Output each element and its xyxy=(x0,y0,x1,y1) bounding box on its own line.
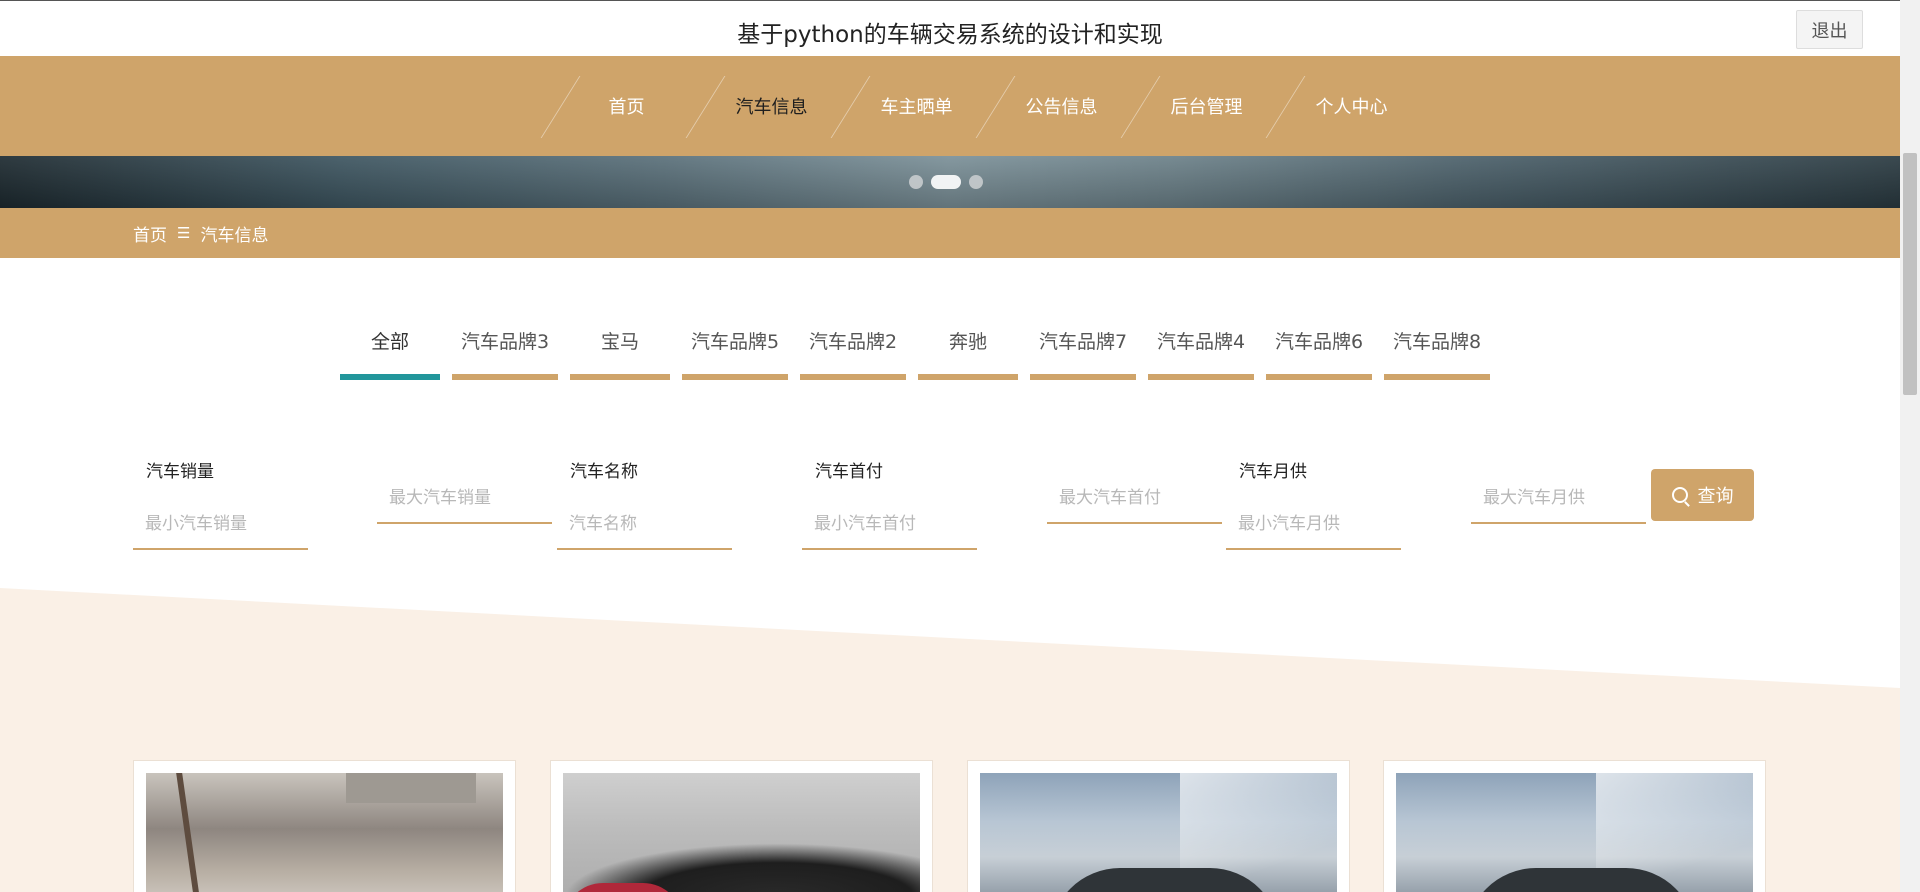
carousel-dot-3[interactable] xyxy=(969,175,983,189)
sales-label: 汽车销量 xyxy=(146,462,214,482)
vertical-scrollbar[interactable] xyxy=(1900,0,1920,892)
category-tab[interactable]: 汽车品牌7 xyxy=(1030,318,1136,380)
name-label: 汽车名称 xyxy=(570,462,638,482)
nav-item-owner-posts[interactable]: 车主晒单 xyxy=(844,56,989,156)
nav-item-home[interactable]: 首页 xyxy=(554,56,699,156)
carousel-dots xyxy=(909,175,983,189)
top-bar: 基于python的车辆交易系统的设计和实现 退出 xyxy=(0,0,1900,56)
search-button-label: 查询 xyxy=(1697,486,1734,507)
car-image[interactable] xyxy=(146,773,503,892)
car-image[interactable] xyxy=(980,773,1337,892)
breadcrumb-separator-icon: ☰ xyxy=(177,224,191,242)
search-icon xyxy=(1671,487,1688,503)
breadcrumb-home[interactable]: 首页 xyxy=(133,221,167,246)
main-nav: 首页 汽车信息 车主晒单 公告信息 后台管理 个人中心 xyxy=(0,56,1900,156)
category-tab-all[interactable]: 全部 xyxy=(340,318,440,380)
down-payment-min-input[interactable] xyxy=(802,500,977,550)
breadcrumb-bar: 首页 ☰ 汽车信息 xyxy=(0,208,1900,258)
car-image[interactable] xyxy=(563,773,920,892)
monthly-max-input[interactable] xyxy=(1471,474,1646,524)
category-tab[interactable]: 宝马 xyxy=(570,318,670,380)
name-input[interactable] xyxy=(557,500,732,550)
category-tab[interactable]: 汽车品牌2 xyxy=(800,318,906,380)
page: 基于python的车辆交易系统的设计和实现 退出 首页 汽车信息 车主晒单 公告… xyxy=(0,0,1900,892)
category-tab[interactable]: 汽车品牌5 xyxy=(682,318,788,380)
down-payment-max-input[interactable] xyxy=(1047,474,1222,524)
down-payment-label: 汽车首付 xyxy=(815,462,883,482)
category-tabs: 全部 汽车品牌3 宝马 汽车品牌5 汽车品牌2 奔驰 汽车品牌7 汽车品牌4 汽… xyxy=(340,318,1490,380)
category-tab[interactable]: 汽车品牌8 xyxy=(1384,318,1490,380)
car-card[interactable] xyxy=(550,760,933,892)
nav-item-profile[interactable]: 个人中心 xyxy=(1279,56,1424,156)
breadcrumb-current: 汽车信息 xyxy=(200,225,269,246)
sales-max-input[interactable] xyxy=(377,474,552,524)
banner-carousel xyxy=(0,156,1900,208)
car-card[interactable] xyxy=(1383,760,1766,892)
category-tab[interactable]: 汽车品牌4 xyxy=(1148,318,1254,380)
nav-item-announcements[interactable]: 公告信息 xyxy=(989,56,1134,156)
breadcrumb: 首页 ☰ 汽车信息 xyxy=(133,208,268,258)
monthly-min-input[interactable] xyxy=(1226,500,1401,550)
nav-item-car-info[interactable]: 汽车信息 xyxy=(699,56,844,156)
scrollbar-thumb[interactable] xyxy=(1903,153,1917,395)
monthly-label: 汽车月供 xyxy=(1239,462,1307,482)
nav-item-admin[interactable]: 后台管理 xyxy=(1134,56,1279,156)
logout-button[interactable]: 退出 xyxy=(1796,10,1863,49)
category-tab[interactable]: 汽车品牌3 xyxy=(452,318,558,380)
search-button[interactable]: 查询 xyxy=(1651,469,1754,521)
car-image[interactable] xyxy=(1396,773,1753,892)
site-title: 基于python的车辆交易系统的设计和实现 xyxy=(737,22,1163,48)
sales-min-input[interactable] xyxy=(133,500,308,550)
carousel-dot-2[interactable] xyxy=(931,175,961,189)
car-card[interactable] xyxy=(133,760,516,892)
car-card[interactable] xyxy=(967,760,1350,892)
category-tab[interactable]: 汽车品牌6 xyxy=(1266,318,1372,380)
category-tab[interactable]: 奔驰 xyxy=(918,318,1018,380)
carousel-dot-1[interactable] xyxy=(909,175,923,189)
